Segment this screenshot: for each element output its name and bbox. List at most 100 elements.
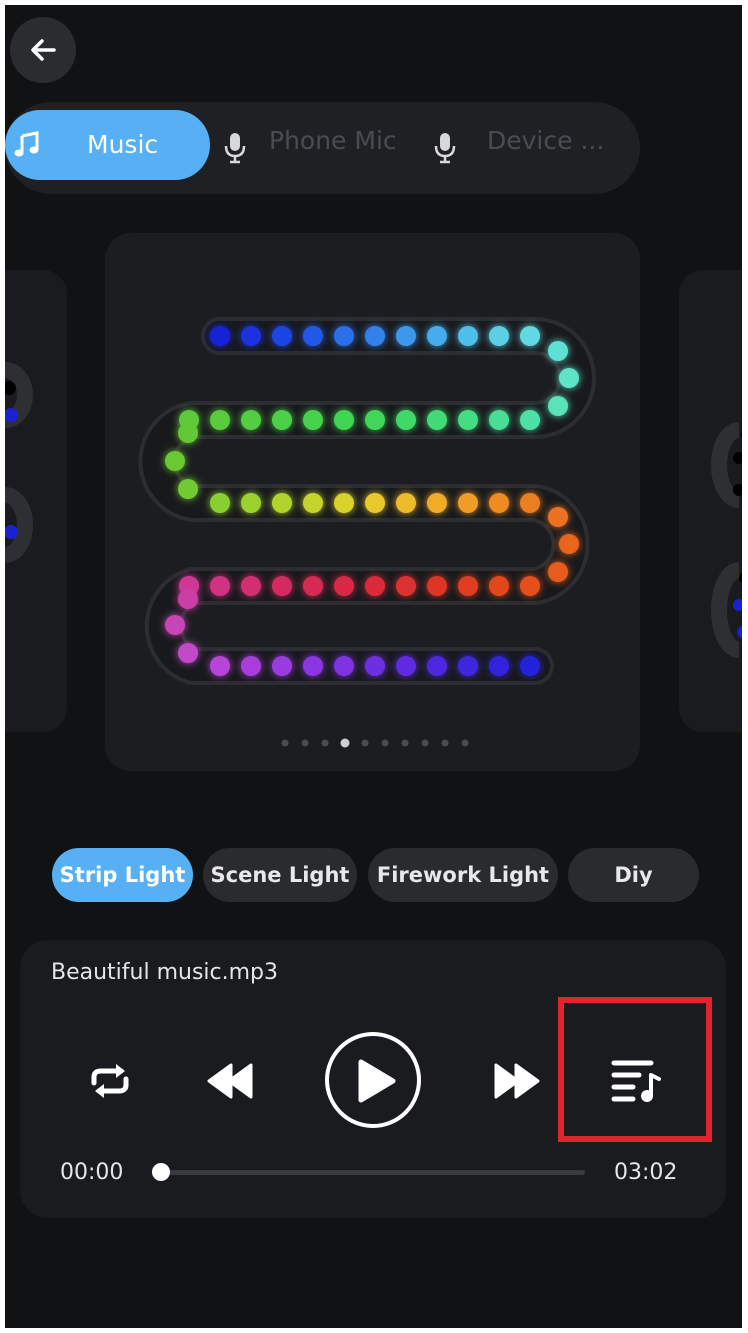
play-icon	[358, 1059, 396, 1103]
led-dot	[489, 493, 509, 513]
led-dot	[365, 326, 385, 346]
category-diy[interactable]: Diy	[568, 848, 699, 902]
led-dot	[427, 493, 447, 513]
led-strip-preview	[138, 317, 596, 685]
led-dot	[272, 326, 292, 346]
led-dot	[520, 410, 540, 430]
source-tab-label: Device ...	[487, 126, 605, 155]
led-dot	[458, 410, 478, 430]
led-dot	[272, 493, 292, 513]
progress-knob[interactable]	[152, 1163, 170, 1181]
effect-preview-next[interactable]	[679, 270, 742, 732]
pager-dot[interactable]	[381, 739, 389, 747]
led-dot	[365, 656, 385, 676]
led-dot	[303, 326, 323, 346]
led-dot	[396, 576, 416, 596]
led-dot	[458, 326, 478, 346]
pager-dot[interactable]	[441, 739, 449, 747]
strip-preview-graphic	[5, 362, 33, 563]
pager-dot[interactable]	[401, 739, 409, 747]
progress-bar[interactable]	[162, 1170, 585, 1175]
source-tab-device[interactable]: Device ...	[430, 102, 630, 194]
led-dot	[241, 656, 261, 676]
current-time: 00:00	[60, 1160, 124, 1185]
source-tab-label: Phone Mic	[269, 126, 397, 155]
playlist-highlight-box	[558, 997, 712, 1142]
track-title: Beautiful music.mp3	[51, 960, 279, 985]
led-dot	[427, 656, 447, 676]
pager-dot[interactable]	[281, 739, 289, 747]
fast-forward-icon[interactable]	[492, 1062, 542, 1100]
led-dot	[210, 326, 230, 346]
led-dot	[548, 341, 568, 361]
led-dot	[427, 326, 447, 346]
led-dot	[178, 423, 198, 443]
led-dot	[303, 656, 323, 676]
pager-dot[interactable]	[461, 739, 469, 747]
led-dot	[178, 643, 198, 663]
led-dot	[365, 493, 385, 513]
led-dot	[396, 493, 416, 513]
app-screen: Music Phone Mic Device ... Strip Light S…	[5, 5, 742, 1328]
led-dot	[548, 396, 568, 416]
led-dot	[520, 493, 540, 513]
microphone-icon	[224, 133, 246, 164]
led-dot	[210, 656, 230, 676]
led-dot	[520, 656, 540, 676]
pager-dot[interactable]	[340, 738, 350, 748]
effect-preview-prev[interactable]	[5, 270, 67, 732]
category-strip-light[interactable]: Strip Light	[52, 848, 193, 902]
back-button[interactable]	[10, 17, 76, 83]
pager-dot[interactable]	[361, 739, 369, 747]
source-tab-label: Music	[87, 130, 159, 159]
rewind-icon[interactable]	[205, 1062, 255, 1100]
repeat-icon[interactable]	[85, 1061, 135, 1101]
arrow-left-icon	[31, 39, 56, 61]
led-dot	[427, 410, 447, 430]
led-dot	[458, 656, 478, 676]
led-dot	[241, 326, 261, 346]
led-dot	[396, 410, 416, 430]
led-dot	[334, 493, 354, 513]
led-dot	[165, 451, 185, 471]
led-dot	[365, 576, 385, 596]
led-dot	[210, 410, 230, 430]
total-time: 03:02	[614, 1160, 678, 1185]
led-dot	[165, 615, 185, 635]
led-dot	[241, 410, 261, 430]
strip-preview-graphic	[711, 422, 742, 658]
led-dot	[365, 410, 385, 430]
led-dot	[427, 576, 447, 596]
led-dot	[272, 656, 292, 676]
led-dot	[458, 493, 478, 513]
pager-dot[interactable]	[321, 739, 329, 747]
led-dot	[210, 493, 230, 513]
led-dot	[334, 410, 354, 430]
category-scene-light[interactable]: Scene Light	[203, 848, 357, 902]
audio-source-selector: Music Phone Mic Device ...	[5, 102, 640, 194]
category-firework-light[interactable]: Firework Light	[368, 848, 558, 902]
led-dot	[272, 576, 292, 596]
led-dot	[272, 410, 292, 430]
led-dot	[489, 410, 509, 430]
led-dot	[334, 326, 354, 346]
led-dot	[559, 534, 579, 554]
led-dot	[303, 493, 323, 513]
pager-dot[interactable]	[301, 739, 309, 747]
led-dot	[210, 576, 230, 596]
led-dot	[334, 576, 354, 596]
led-dot	[489, 326, 509, 346]
led-dot	[241, 576, 261, 596]
source-tab-phone-mic[interactable]: Phone Mic	[220, 102, 410, 194]
led-dot	[241, 493, 261, 513]
led-dot	[520, 326, 540, 346]
play-button[interactable]	[325, 1032, 421, 1128]
led-dot	[396, 656, 416, 676]
source-tab-music[interactable]: Music	[5, 110, 210, 180]
led-dot	[178, 589, 198, 609]
pager-dot[interactable]	[421, 739, 429, 747]
led-dot	[458, 576, 478, 596]
led-dot	[303, 410, 323, 430]
led-dot	[489, 576, 509, 596]
led-dot	[548, 562, 568, 582]
